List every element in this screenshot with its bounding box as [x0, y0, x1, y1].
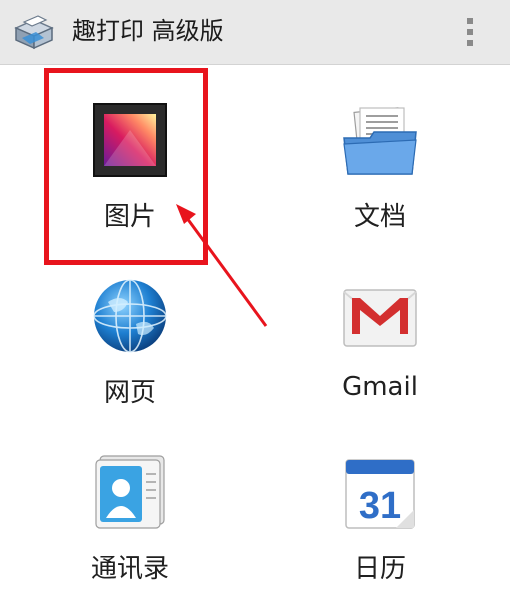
tile-contacts[interactable]: 通讯录 — [30, 440, 230, 610]
tile-label: 通讯录 — [90, 554, 169, 584]
tile-calendar[interactable]: 31 日历 — [280, 440, 480, 610]
tile-label: 网页 — [103, 378, 156, 408]
tile-label: 文档 — [353, 202, 406, 232]
tile-gmail[interactable]: Gmail — [280, 262, 480, 432]
calendar-icon: 31 — [345, 459, 415, 529]
globe-icon — [93, 279, 167, 353]
tile-label: 日历 — [353, 554, 406, 584]
printer-icon[interactable] — [12, 12, 56, 52]
gmail-icon — [343, 289, 417, 347]
calendar-day: 31 — [359, 485, 401, 527]
action-bar: 趣打印 高级版 — [0, 0, 510, 65]
app-title: 趣打印 高级版 — [72, 17, 224, 45]
tile-web[interactable]: 网页 — [30, 262, 230, 432]
folder-documents-icon — [343, 107, 417, 175]
tile-label: Gmail — [342, 372, 418, 402]
highlight-box — [44, 68, 208, 265]
overflow-menu-icon[interactable] — [456, 12, 484, 52]
contacts-icon — [95, 455, 165, 529]
tile-documents[interactable]: 文档 — [280, 84, 480, 254]
